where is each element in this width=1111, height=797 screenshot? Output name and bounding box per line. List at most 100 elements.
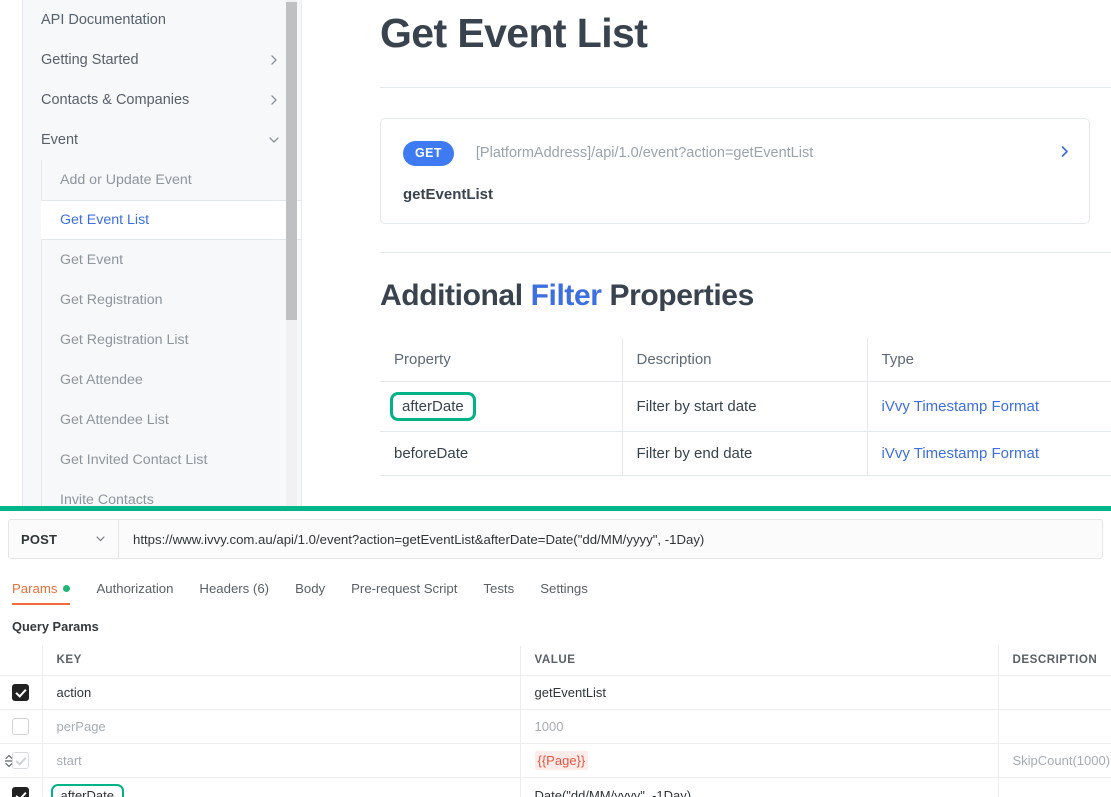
sidebar-item-api-documentation[interactable]: API Documentation	[23, 0, 301, 40]
tab-headers[interactable]: Headers (6)	[199, 581, 283, 605]
tab-label: Params	[12, 581, 58, 596]
param-key-highlighted: afterDate	[50, 784, 124, 797]
type-link[interactable]: iVvy Timestamp Format	[882, 398, 1040, 415]
chevron-right-icon	[269, 55, 279, 65]
cell-key[interactable]: start	[41, 743, 520, 779]
tab-active-underline	[12, 603, 71, 605]
column-header-value: VALUE	[519, 646, 998, 676]
cell-key[interactable]: perPage	[41, 709, 520, 745]
column-header-checkbox	[0, 646, 42, 676]
cell-description[interactable]: SkipCount(1000)	[997, 743, 1111, 779]
chevron-down-icon	[95, 532, 106, 547]
tab-label: Body	[295, 581, 326, 596]
table-row: perPage 1000	[0, 709, 1111, 745]
param-enabled-checkbox[interactable]	[12, 684, 30, 702]
cell-type: iVvy Timestamp Format	[866, 431, 1111, 476]
sidebar-item-label: Get Event	[60, 252, 124, 268]
sidebar-item-get-registration[interactable]: Get Registration	[42, 280, 301, 320]
tab-label: Settings	[540, 581, 588, 596]
cell-checkbox	[0, 777, 42, 797]
sidebar-item-invite-contacts[interactable]: Invite Contacts	[42, 480, 301, 508]
cell-checkbox	[0, 675, 42, 711]
request-tabs: Params Authorization Headers (6) Body Pr…	[12, 575, 1111, 605]
sidebar-item-get-event[interactable]: Get Event	[42, 240, 301, 280]
tab-params[interactable]: Params	[12, 581, 84, 605]
sidebar-item-label: API Documentation	[41, 12, 166, 28]
column-header-type: Type	[866, 337, 1111, 382]
endpoint-card[interactable]: GET [PlatformAddress]/api/1.0/event?acti…	[380, 118, 1090, 224]
cell-description[interactable]	[997, 777, 1111, 797]
docs-main-content: Get Event List GET [PlatformAddress]/api…	[380, 0, 1111, 508]
tab-tests[interactable]: Tests	[483, 581, 528, 605]
table-row: beforeDate Filter by end date iVvy Times…	[380, 431, 1111, 476]
sidebar-item-label: Get Invited Contact List	[60, 452, 208, 468]
page-title: Get Event List	[380, 10, 648, 56]
column-header-description: Description	[621, 337, 867, 382]
sidebar-item-event[interactable]: Event	[23, 120, 301, 160]
query-params-table: KEY VALUE DESCRIPTION action getEventLis…	[0, 646, 1111, 797]
column-header-property: Property	[380, 337, 622, 382]
section-title-after: Properties	[601, 278, 754, 312]
sidebar-item-get-attendee[interactable]: Get Attendee	[42, 360, 301, 400]
sidebar-item-contacts-companies[interactable]: Contacts & Companies	[23, 80, 301, 120]
cell-checkbox	[0, 709, 42, 745]
cell-value[interactable]: getEventList	[519, 675, 998, 711]
cell-property: afterDate	[380, 381, 622, 432]
sidebar-item-get-event-list[interactable]: Get Event List	[41, 200, 301, 240]
property-name-highlighted: afterDate	[390, 391, 476, 421]
sidebar-item-add-or-update-event[interactable]: Add or Update Event	[42, 160, 301, 200]
endpoint-action-name: getEventList	[403, 185, 494, 203]
sidebar-sublist-event: Add or Update Event Get Event List Get E…	[41, 160, 301, 508]
sidebar-item-get-attendee-list[interactable]: Get Attendee List	[42, 400, 301, 440]
screen-root: API Documentation Getting Started Contac…	[0, 0, 1111, 797]
sidebar-item-label: Get Registration	[60, 292, 163, 308]
cell-checkbox	[0, 743, 42, 779]
sidebar-item-get-registration-list[interactable]: Get Registration List	[42, 320, 301, 360]
query-params-label: Query Params	[12, 619, 99, 634]
cell-key[interactable]: action	[41, 675, 520, 711]
http-method-select[interactable]: POST	[9, 520, 119, 558]
cell-description: Filter by end date	[621, 431, 867, 476]
api-docs-pane: API Documentation Getting Started Contac…	[0, 0, 1111, 508]
cell-value[interactable]: {{Page}}	[519, 743, 998, 779]
tab-label: Pre-request Script	[351, 581, 458, 596]
chevron-right-icon[interactable]	[1058, 145, 1071, 163]
tab-label: Tests	[483, 581, 515, 596]
cell-type: iVvy Timestamp Format	[866, 381, 1111, 432]
request-url-input[interactable]: https://www.ivvy.com.au/api/1.0/event?ac…	[119, 520, 1102, 558]
tab-body[interactable]: Body	[295, 581, 339, 605]
table-row: start {{Page}} SkipCount(1000)	[0, 743, 1111, 779]
param-enabled-checkbox[interactable]	[12, 787, 30, 797]
cell-value[interactable]: 1000	[519, 709, 998, 745]
sidebar-item-getting-started[interactable]: Getting Started	[23, 40, 301, 80]
sidebar-scrollbar-thumb[interactable]	[286, 2, 297, 320]
table-row: action getEventList	[0, 675, 1111, 711]
cell-property: beforeDate	[380, 431, 622, 476]
cell-description[interactable]	[997, 709, 1111, 745]
param-enabled-checkbox[interactable]	[12, 752, 30, 770]
column-header-description: DESCRIPTION	[997, 646, 1111, 676]
table-row: afterDate Date("dd/MM/yyyy", -1Day)	[0, 777, 1111, 797]
cell-key[interactable]: afterDate	[41, 777, 520, 797]
tab-settings[interactable]: Settings	[540, 581, 602, 605]
cell-description: Filter by start date	[621, 381, 867, 432]
sidebar-item-get-invited-contact-list[interactable]: Get Invited Contact List	[42, 440, 301, 480]
postman-request-pane: POST https://www.ivvy.com.au/api/1.0/eve…	[0, 511, 1111, 797]
section-title-accent: Filter	[530, 278, 602, 312]
tab-pre-request-script[interactable]: Pre-request Script	[351, 581, 471, 605]
table-row: afterDate Filter by start date iVvy Time…	[380, 381, 1111, 432]
type-link[interactable]: iVvy Timestamp Format	[882, 445, 1040, 462]
tab-authorization[interactable]: Authorization	[96, 581, 187, 605]
param-enabled-checkbox[interactable]	[12, 718, 30, 736]
chevron-right-icon	[269, 95, 279, 105]
http-method-value: POST	[21, 531, 58, 547]
sidebar-item-label: Get Attendee List	[60, 412, 169, 428]
sidebar-item-label: Event	[41, 132, 79, 148]
section-title: Additional Filter Properties	[380, 279, 1111, 313]
variable-token: {{Page}}	[534, 751, 589, 771]
sidebar-item-label: Get Event List	[60, 212, 150, 228]
column-header-key: KEY	[41, 646, 520, 676]
cell-description[interactable]	[997, 675, 1111, 711]
cell-value[interactable]: Date("dd/MM/yyyy", -1Day)	[519, 777, 998, 797]
docs-sidebar: API Documentation Getting Started Contac…	[22, 0, 302, 508]
